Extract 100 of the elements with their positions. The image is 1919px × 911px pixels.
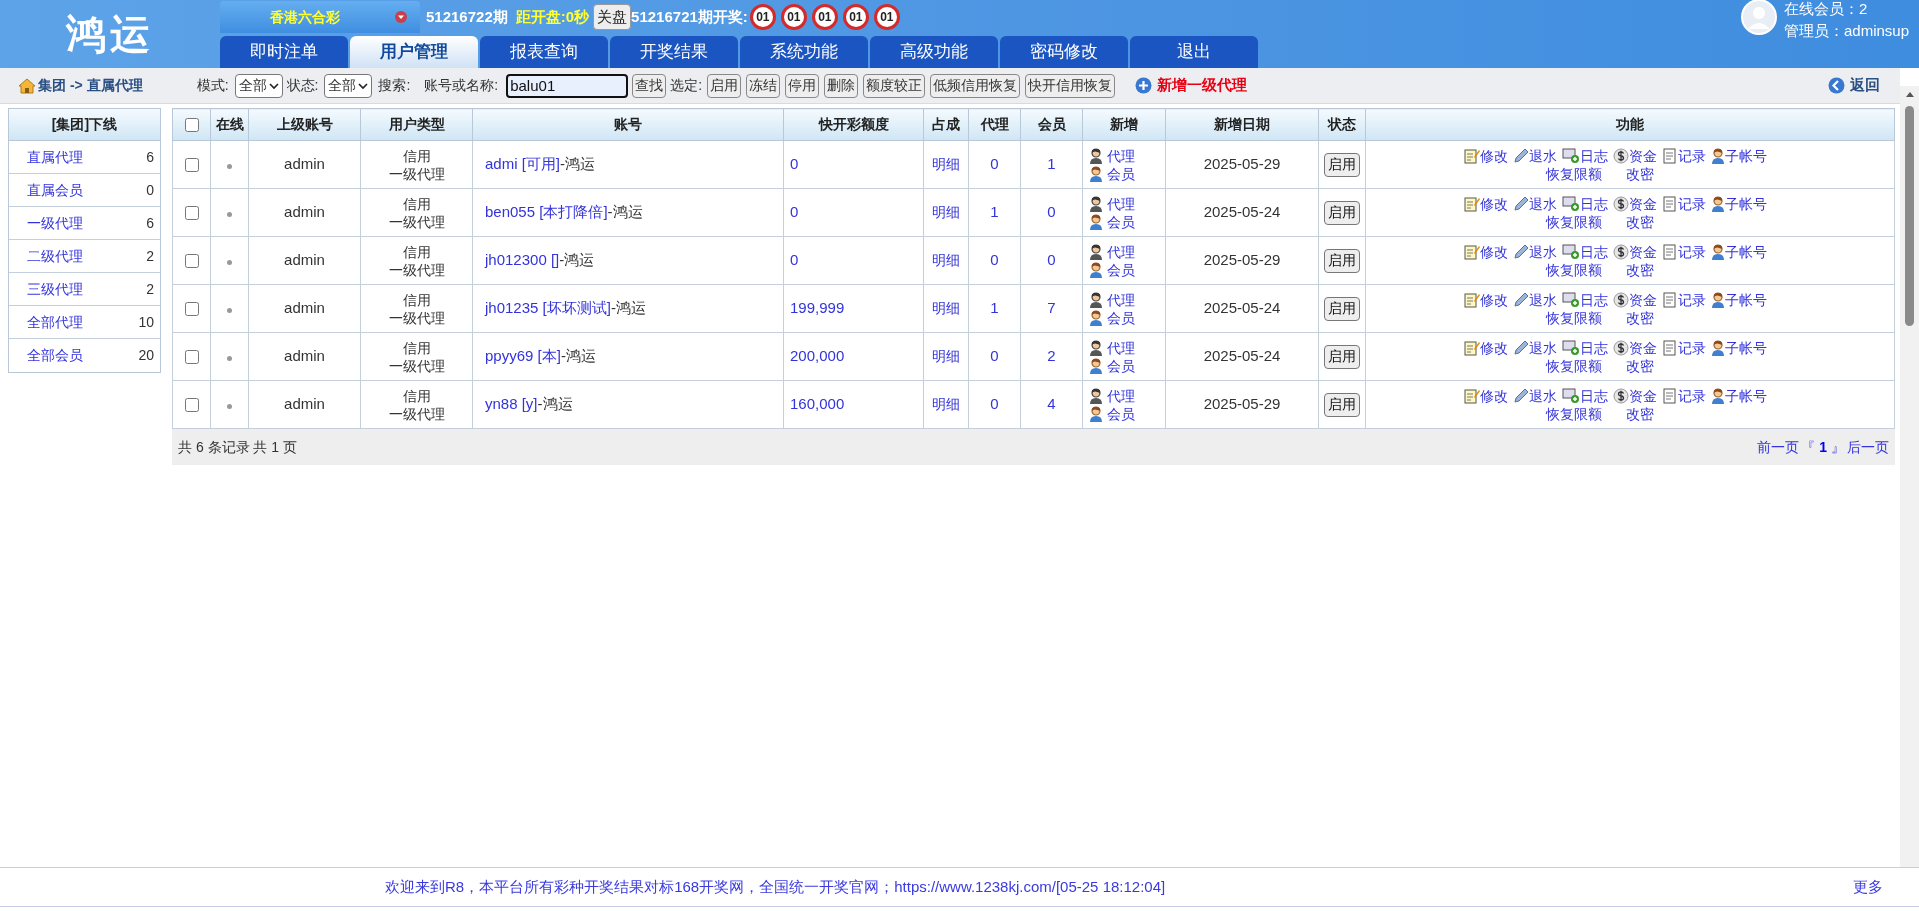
- action-link[interactable]: 记录: [1677, 242, 1706, 261]
- more-link[interactable]: 更多: [1853, 875, 1883, 899]
- nav-tab[interactable]: 即时注单: [220, 36, 348, 68]
- add-user-link[interactable]: 代理: [1107, 290, 1135, 309]
- action-link[interactable]: 资金: [1628, 194, 1657, 213]
- action-link[interactable]: 日志: [1579, 338, 1608, 357]
- mode-select[interactable]: 全部: [234, 73, 283, 98]
- action-link[interactable]: 日志: [1579, 290, 1608, 309]
- page-number-link[interactable]: 1: [1819, 436, 1827, 458]
- action-link[interactable]: 记录: [1677, 386, 1706, 405]
- account-link[interactable]: yn88 [y]: [485, 395, 538, 413]
- nav-tab[interactable]: 密码修改: [1000, 36, 1128, 68]
- detail-link[interactable]: 明细: [932, 300, 960, 316]
- detail-link[interactable]: 明细: [932, 252, 960, 268]
- sidebar-link[interactable]: 直属会员: [27, 179, 83, 201]
- action-link[interactable]: 子帐号: [1724, 146, 1767, 165]
- sidebar-link[interactable]: 三级代理: [27, 278, 83, 300]
- action-link[interactable]: 记录: [1677, 338, 1706, 357]
- action-link[interactable]: 恢复限额: [1546, 308, 1602, 327]
- agent-count-link[interactable]: 1: [990, 203, 999, 221]
- next-page-link[interactable]: 后一页: [1847, 436, 1889, 458]
- action-link[interactable]: 子帐号: [1724, 290, 1767, 309]
- add-user-link[interactable]: 会员: [1107, 356, 1135, 375]
- action-link[interactable]: 退水: [1528, 146, 1557, 165]
- status-button[interactable]: 启用: [1324, 152, 1360, 177]
- row-checkbox[interactable]: [184, 254, 199, 269]
- action-link[interactable]: 子帐号: [1724, 242, 1767, 261]
- detail-link[interactable]: 明细: [932, 204, 960, 220]
- action-link[interactable]: 修改: [1479, 242, 1508, 261]
- action-link[interactable]: 退水: [1528, 194, 1557, 213]
- action-link[interactable]: 记录: [1677, 146, 1706, 165]
- status-button[interactable]: 启用: [1324, 344, 1360, 369]
- member-count-link[interactable]: 0: [1047, 203, 1056, 221]
- action-link[interactable]: 改密: [1626, 404, 1654, 423]
- bulk-action-button[interactable]: 停用: [785, 73, 820, 98]
- account-link[interactable]: admi [可用]: [485, 155, 560, 173]
- action-link[interactable]: 子帐号: [1724, 338, 1767, 357]
- action-link[interactable]: 日志: [1579, 242, 1608, 261]
- row-checkbox[interactable]: [184, 302, 199, 317]
- add-user-link[interactable]: 会员: [1107, 212, 1135, 231]
- agent-count-link[interactable]: 0: [990, 155, 999, 173]
- action-link[interactable]: 恢复限额: [1546, 260, 1602, 279]
- bulk-action-button[interactable]: 删除: [824, 73, 859, 98]
- member-count-link[interactable]: 2: [1047, 347, 1056, 365]
- action-link[interactable]: 修改: [1479, 290, 1508, 309]
- add-user-link[interactable]: 代理: [1107, 146, 1135, 165]
- nav-tab[interactable]: 报表查询: [480, 36, 608, 68]
- action-link[interactable]: 资金: [1628, 386, 1657, 405]
- nav-tab[interactable]: 高级功能: [870, 36, 998, 68]
- agent-count-link[interactable]: 0: [990, 251, 999, 269]
- action-link[interactable]: 修改: [1479, 194, 1508, 213]
- action-link[interactable]: 子帐号: [1724, 194, 1767, 213]
- action-link[interactable]: 改密: [1626, 308, 1654, 327]
- action-link[interactable]: 日志: [1579, 194, 1608, 213]
- bulk-action-button[interactable]: 低频信用恢复: [930, 73, 1021, 98]
- action-link[interactable]: 日志: [1579, 146, 1608, 165]
- nav-tab[interactable]: 开奖结果: [610, 36, 738, 68]
- action-link[interactable]: 记录: [1677, 194, 1706, 213]
- bulk-action-button[interactable]: 快开信用恢复: [1025, 73, 1116, 98]
- add-user-link[interactable]: 代理: [1107, 194, 1135, 213]
- action-link[interactable]: 资金: [1628, 290, 1657, 309]
- agent-count-link[interactable]: 0: [990, 347, 999, 365]
- account-link[interactable]: ppyy69 [本]: [485, 347, 561, 365]
- action-link[interactable]: 资金: [1628, 146, 1657, 165]
- action-link[interactable]: 修改: [1479, 386, 1508, 405]
- detail-link[interactable]: 明细: [932, 156, 960, 172]
- add-user-link[interactable]: 会员: [1107, 404, 1135, 423]
- search-button[interactable]: 查找: [632, 73, 667, 98]
- prev-page-link[interactable]: 前一页: [1757, 436, 1800, 458]
- action-link[interactable]: 退水: [1528, 338, 1557, 357]
- add-user-link[interactable]: 代理: [1107, 242, 1135, 261]
- member-count-link[interactable]: 4: [1047, 395, 1056, 413]
- member-count-link[interactable]: 7: [1047, 299, 1056, 317]
- member-count-link[interactable]: 1: [1047, 155, 1056, 173]
- action-link[interactable]: 退水: [1528, 242, 1557, 261]
- action-link[interactable]: 恢复限额: [1546, 164, 1602, 183]
- status-button[interactable]: 启用: [1324, 200, 1360, 225]
- back-link[interactable]: 返回: [1850, 74, 1880, 97]
- account-link[interactable]: ben055 [本打降倍]: [485, 203, 608, 221]
- row-checkbox[interactable]: [184, 158, 199, 173]
- member-count-link[interactable]: 0: [1047, 251, 1056, 269]
- bulk-action-button[interactable]: 冻结: [746, 73, 781, 98]
- action-link[interactable]: 资金: [1628, 338, 1657, 357]
- action-link[interactable]: 修改: [1479, 338, 1508, 357]
- action-link[interactable]: 日志: [1579, 386, 1608, 405]
- add-user-link[interactable]: 会员: [1107, 260, 1135, 279]
- status-button[interactable]: 启用: [1324, 296, 1360, 321]
- action-link[interactable]: 记录: [1677, 290, 1706, 309]
- nav-tab[interactable]: 用户管理: [350, 36, 478, 68]
- add-user-link[interactable]: 会员: [1107, 164, 1135, 183]
- add-agent-link[interactable]: 新增一级代理: [1157, 74, 1248, 97]
- status-button[interactable]: 启用: [1324, 248, 1360, 273]
- action-link[interactable]: 改密: [1626, 356, 1654, 375]
- status-button[interactable]: 启用: [1324, 392, 1360, 417]
- sidebar-link[interactable]: 直属代理: [27, 146, 83, 168]
- action-link[interactable]: 改密: [1626, 212, 1654, 231]
- action-link[interactable]: 恢复限额: [1546, 212, 1602, 231]
- add-user-link[interactable]: 代理: [1107, 386, 1135, 405]
- select-all-checkbox[interactable]: [184, 118, 199, 133]
- row-checkbox[interactable]: [184, 206, 199, 221]
